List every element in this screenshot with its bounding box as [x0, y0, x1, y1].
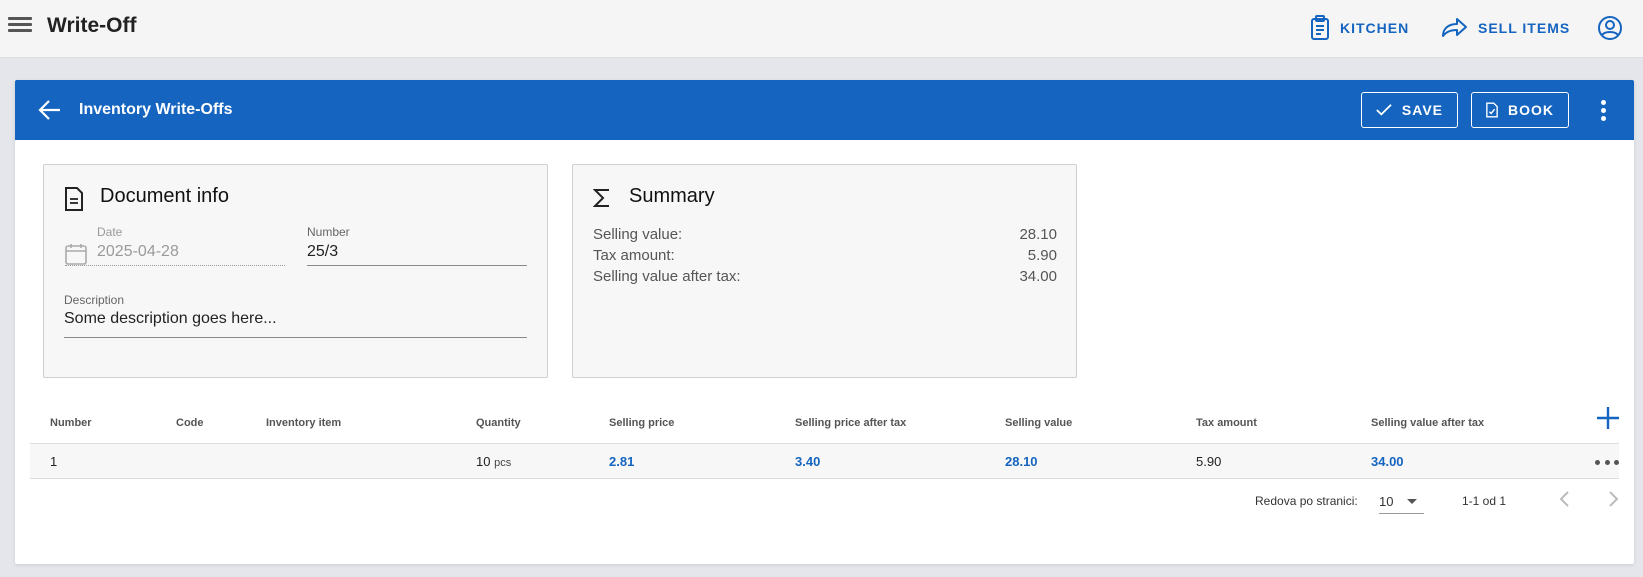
summary-row: Selling value: 28.10 — [593, 226, 1057, 243]
cell-selling-value[interactable]: 28.10 — [1005, 454, 1038, 469]
summary-row: Selling value after tax: 34.00 — [593, 268, 1057, 285]
chevron-left-icon[interactable] — [1553, 487, 1577, 511]
rows-per-page-select[interactable]: 10 — [1379, 486, 1424, 514]
more-vertical-icon[interactable] — [1597, 98, 1609, 122]
page-title: Inventory Write-Offs — [79, 101, 233, 118]
app-bar: Write-Off KITCHEN SELL ITEMS — [0, 0, 1643, 58]
pagination-range: 1-1 od 1 — [1462, 494, 1507, 508]
summary-row: Tax amount: 5.90 — [593, 247, 1057, 264]
document-info-title: Document info — [100, 185, 229, 207]
column-header-selling-price-after-tax[interactable]: Selling price after tax — [795, 417, 906, 429]
number-label: Number — [307, 225, 350, 239]
column-header-quantity[interactable]: Quantity — [476, 417, 521, 429]
date-label: Date — [97, 225, 123, 239]
summary-value: 34.00 — [1019, 268, 1057, 285]
column-header-number[interactable]: Number — [50, 417, 92, 429]
description-underline — [64, 337, 527, 338]
menu-icon[interactable] — [8, 14, 32, 38]
save-button[interactable]: SAVE — [1361, 92, 1458, 128]
document-info-panel: Document info Date 2025-04-28 Number 25/… — [43, 164, 548, 378]
column-header-selling-value-after-tax[interactable]: Selling value after tax — [1371, 417, 1484, 429]
book-button[interactable]: BOOK — [1471, 92, 1569, 128]
kitchen-label: KITCHEN — [1340, 20, 1410, 36]
save-label: SAVE — [1401, 102, 1443, 118]
book-label: BOOK — [1508, 102, 1554, 118]
description-label: Description — [64, 293, 125, 307]
column-header-inventory-item[interactable]: Inventory item — [266, 417, 341, 429]
main-card: Inventory Write-Offs SAVE BOOK Document … — [15, 80, 1634, 564]
table-row[interactable]: 1 10 pcs 2.81 3.40 28.10 5.90 34.00 — [30, 444, 1619, 479]
cell-selling-price[interactable]: 2.81 — [609, 454, 634, 469]
summary-label: Selling value after tax: — [593, 268, 741, 285]
cell-tax-amount: 5.90 — [1196, 454, 1222, 469]
quantity-value: 10 — [476, 454, 491, 469]
account-icon[interactable] — [1596, 14, 1624, 42]
column-header-code[interactable]: Code — [176, 417, 204, 429]
quantity-unit: pcs — [494, 457, 512, 469]
sell-items-label: SELL ITEMS — [1478, 20, 1571, 36]
check-icon — [1376, 104, 1392, 116]
sell-items-button[interactable]: SELL ITEMS — [1440, 14, 1570, 42]
card-header: Inventory Write-Offs SAVE BOOK — [15, 80, 1634, 140]
calendar-icon — [65, 244, 87, 265]
date-underline — [65, 265, 285, 266]
description-field[interactable]: Some description goes here... — [64, 310, 277, 328]
summary-label: Selling value: — [593, 226, 683, 243]
cell-selling-value-after-tax[interactable]: 34.00 — [1371, 454, 1404, 469]
column-header-selling-value[interactable]: Selling value — [1005, 417, 1072, 429]
cell-quantity: 10 pcs — [476, 454, 511, 469]
date-field[interactable]: 2025-04-28 — [97, 243, 179, 261]
summary-label: Tax amount: — [593, 247, 675, 264]
rows-per-page-label: Redova po stranici: — [1255, 494, 1358, 508]
column-header-tax-amount[interactable]: Tax amount — [1196, 417, 1257, 429]
summary-value: 5.90 — [1027, 247, 1057, 264]
clipboard-icon — [1311, 15, 1329, 40]
summary-value: 28.10 — [1019, 226, 1057, 243]
rows-per-page-value: 10 — [1379, 494, 1394, 509]
document-check-icon — [1486, 102, 1498, 118]
sigma-icon — [593, 189, 609, 207]
share-arrow-icon — [1442, 18, 1467, 37]
arrow-left-icon[interactable] — [37, 97, 63, 123]
column-header-selling-price[interactable]: Selling price — [609, 417, 674, 429]
cell-number: 1 — [50, 454, 58, 469]
number-underline — [307, 265, 527, 266]
more-horizontal-icon[interactable] — [1595, 452, 1619, 472]
summary-panel: Summary Selling value: 28.10 Tax amount:… — [572, 164, 1077, 378]
plus-icon[interactable] — [1595, 405, 1621, 431]
kitchen-button[interactable]: KITCHEN — [1310, 14, 1409, 42]
document-icon — [65, 187, 83, 211]
caret-down-icon — [1407, 499, 1417, 504]
number-field[interactable]: 25/3 — [307, 243, 338, 261]
cell-selling-price-after-tax[interactable]: 3.40 — [795, 454, 820, 469]
app-title: Write-Off — [47, 14, 137, 37]
chevron-right-icon[interactable] — [1601, 487, 1625, 511]
summary-title: Summary — [629, 185, 715, 207]
